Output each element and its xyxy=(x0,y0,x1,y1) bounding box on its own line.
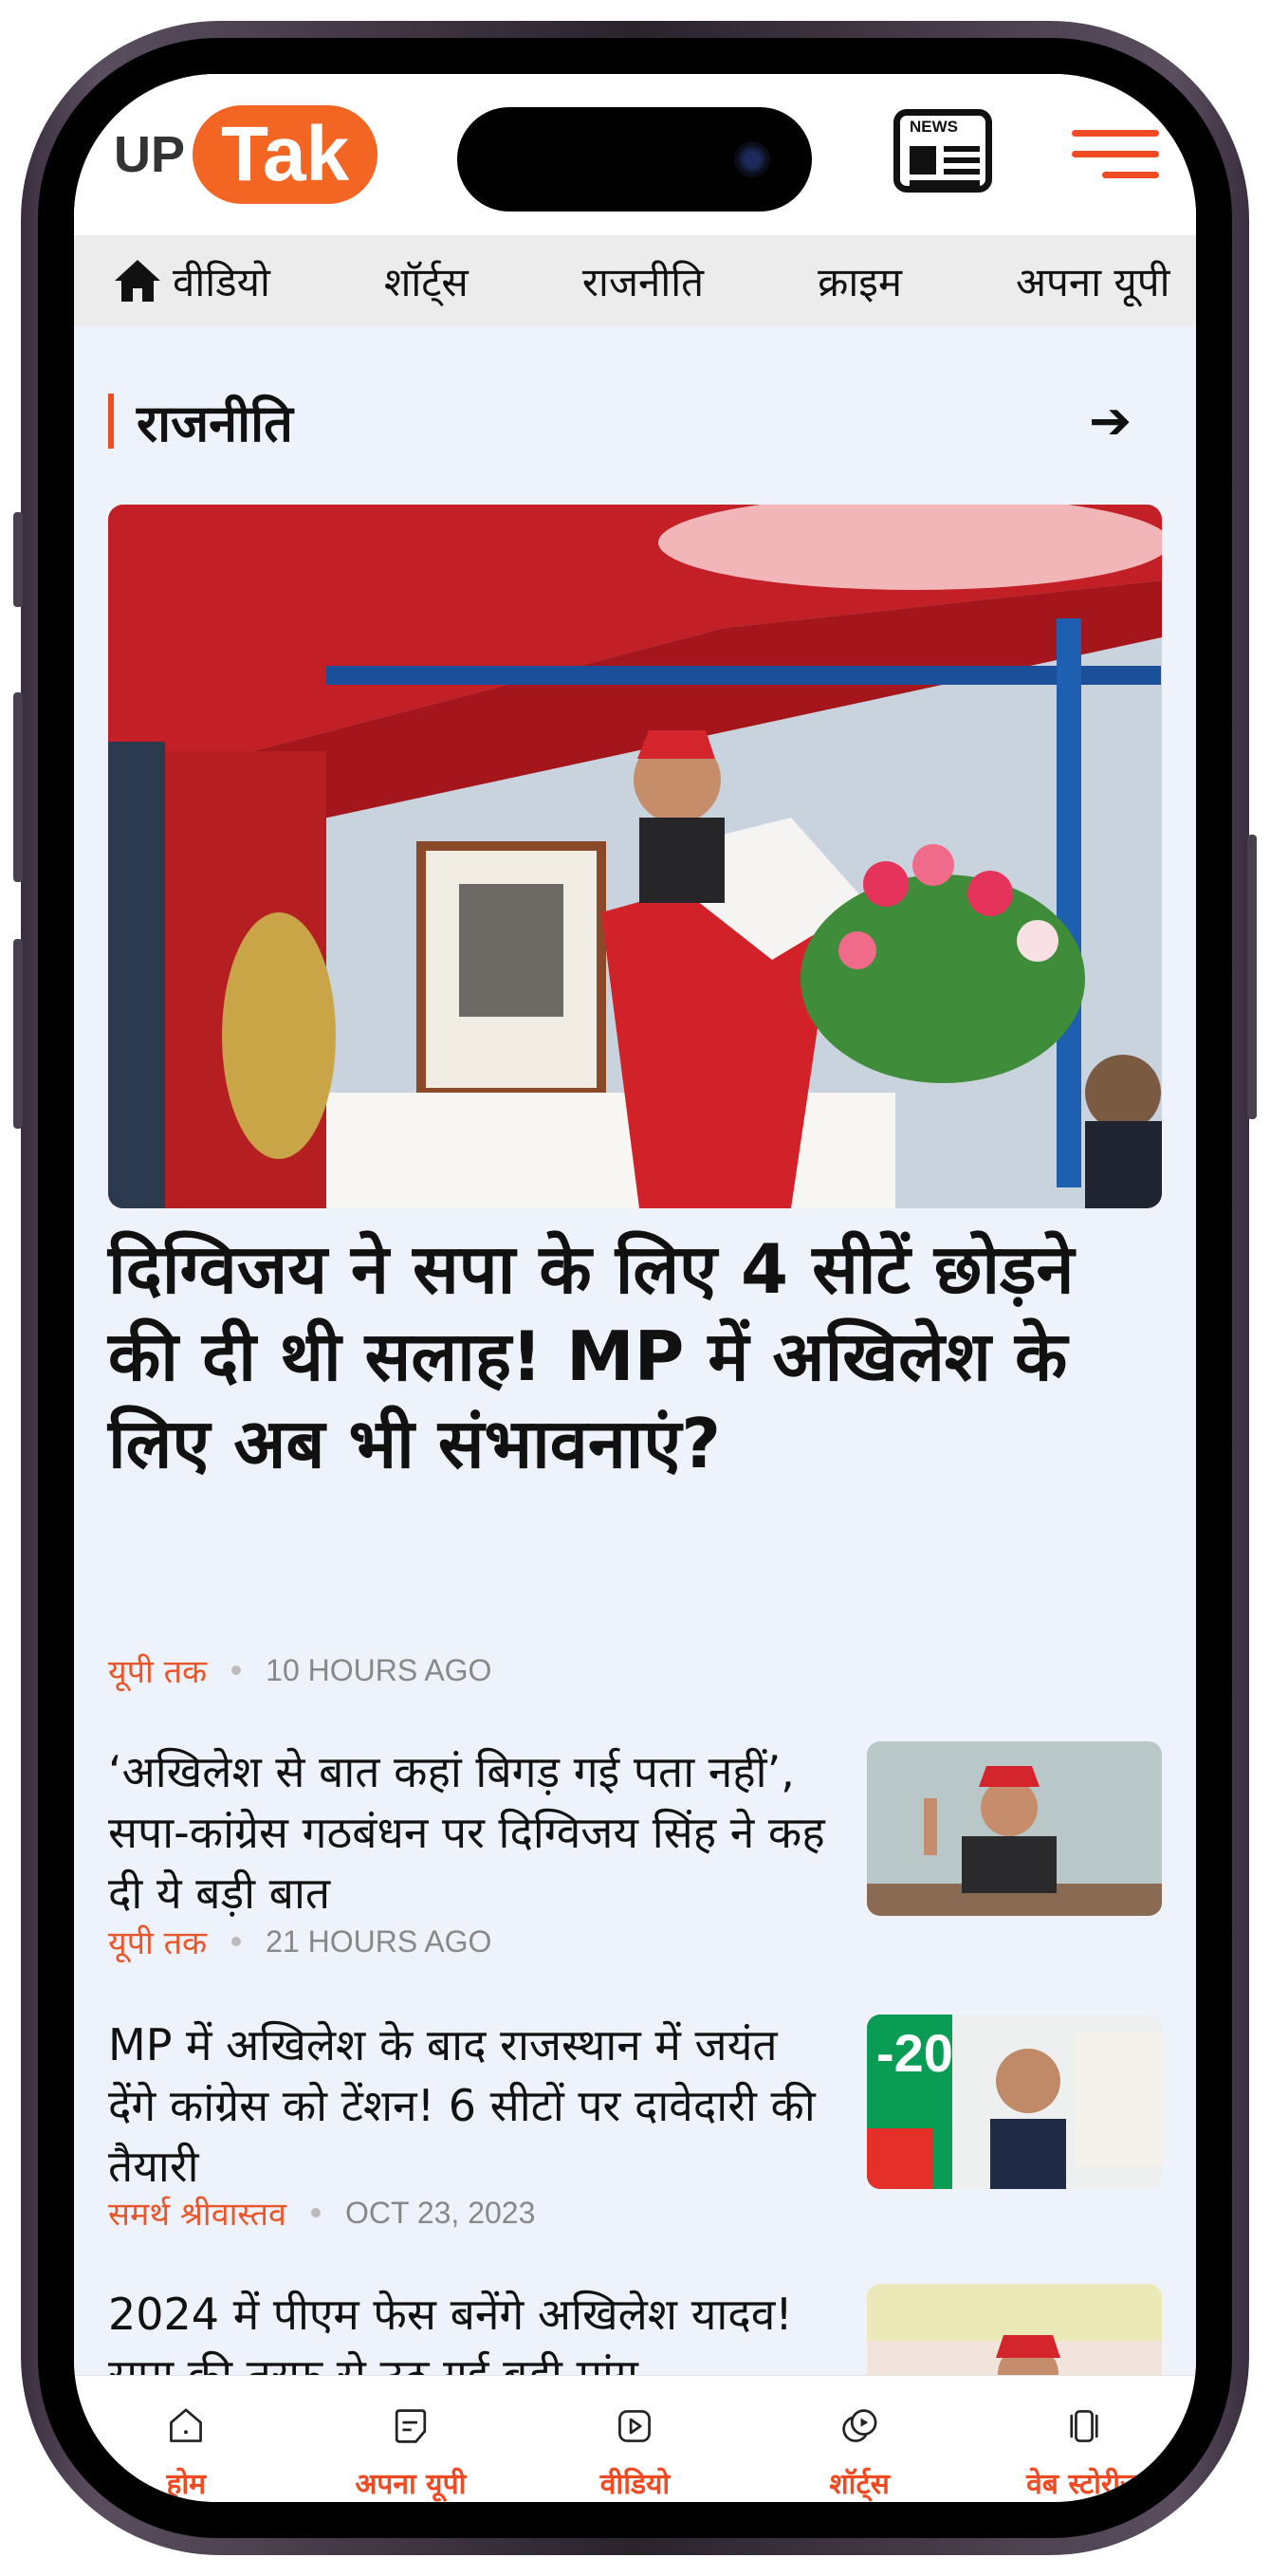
tab-video[interactable]: वीडियो xyxy=(523,2376,747,2502)
nav-item-video[interactable]: वीडियो xyxy=(173,254,270,308)
newspaper-icon[interactable]: NEWS xyxy=(893,109,992,193)
thumbnail-overlay-text: -20 xyxy=(876,2023,953,2083)
category-nav: वीडियो शॉर्ट्स राजनीति क्राइम अपना यूपी xyxy=(74,235,1196,326)
home-icon[interactable] xyxy=(112,235,163,326)
hamburger-menu-icon[interactable] xyxy=(1072,126,1159,183)
uptak-logo[interactable]: UP Tak xyxy=(114,102,378,207)
hero-source[interactable]: यूपी तक xyxy=(108,1648,207,1692)
side-button xyxy=(13,512,23,607)
meta-separator-dot xyxy=(231,1665,242,1675)
volume-up-button xyxy=(13,692,23,882)
article-meta: यूपी तक 21 HOURS AGO xyxy=(108,1920,491,1963)
article-source[interactable]: यूपी तक xyxy=(108,1920,207,1963)
dynamic-island xyxy=(457,107,812,212)
arrow-right-icon[interactable]: ➔ xyxy=(1089,391,1132,451)
logo-tak-text: Tak xyxy=(193,105,378,204)
article-source[interactable]: समर्थ श्रीवास्तव xyxy=(108,2191,286,2235)
hero-meta: यूपी तक 10 HOURS AGO xyxy=(108,1648,491,1692)
web-stories-icon xyxy=(1070,2410,1098,2442)
shorts-icon xyxy=(842,2409,877,2442)
tab-label: वेब स्टोरीज xyxy=(1026,2468,1142,2501)
main-content: राजनीति ➔ दिग्विजय ने सपा के लिए 4 सीटें… xyxy=(74,326,1196,2458)
nav-item-politics[interactable]: राजनीति xyxy=(582,254,704,308)
news-icon-label: NEWS xyxy=(910,118,958,136)
section-accent-bar xyxy=(108,394,114,449)
hero-headline[interactable]: दिग्विजय ने सपा के लिए 4 सीटें छोड़ने की… xyxy=(108,1225,1132,1487)
note-icon xyxy=(395,2409,427,2443)
tab-apna-up[interactable]: अपना यूपी xyxy=(299,2376,524,2502)
article-time: OCT 23, 2023 xyxy=(344,2195,536,2230)
tab-label: होम xyxy=(166,2468,207,2501)
volume-down-button xyxy=(13,939,23,1129)
bottom-tab-bar: होम अपना यूपी वीडियो शॉर्ट्स वेब स्टोरीज xyxy=(74,2375,1196,2502)
screen: UP Tak NEWS वीडियो शॉर्ट्स राजनीति क्राइ… xyxy=(74,74,1196,2502)
meta-separator-dot xyxy=(310,2208,321,2217)
tab-shorts[interactable]: शॉर्ट्स xyxy=(747,2376,972,2502)
article-title[interactable]: ‘अखिलेश से बात कहां बिगड़ गई पता नहीं’, … xyxy=(108,1741,829,1923)
home-icon xyxy=(170,2408,203,2442)
hero-time: 10 HOURS AGO xyxy=(266,1652,492,1687)
video-icon xyxy=(618,2410,652,2442)
meta-separator-dot xyxy=(231,1937,242,1946)
tab-label: अपना यूपी xyxy=(355,2468,467,2501)
article-meta: समर्थ श्रीवास्तव OCT 23, 2023 xyxy=(108,2191,535,2235)
nav-item-shorts[interactable]: शॉर्ट्स xyxy=(384,254,469,308)
section-title: राजनीति xyxy=(137,394,293,453)
section-header: राजनीति xyxy=(108,393,293,453)
tab-web-stories[interactable]: वेब स्टोरीज xyxy=(971,2376,1196,2502)
nav-item-apna-up[interactable]: अपना यूपी xyxy=(1016,254,1170,308)
nav-item-crime[interactable]: क्राइम xyxy=(818,254,902,308)
tab-home[interactable]: होम xyxy=(74,2376,299,2502)
tab-label: वीडियो xyxy=(599,2468,671,2501)
article-title[interactable]: MP में अखिलेश के बाद राजस्थान में जयंत द… xyxy=(108,2015,829,2197)
power-button xyxy=(1247,835,1257,1119)
article-time: 21 HOURS AGO xyxy=(266,1923,492,1959)
hero-image[interactable] xyxy=(108,505,1162,1208)
logo-up-text: UP xyxy=(114,126,186,183)
tab-label: शॉर्ट्स xyxy=(829,2468,890,2501)
article-thumbnail[interactable]: -20 xyxy=(867,2015,1162,2189)
article-thumbnail[interactable] xyxy=(867,1741,1162,1916)
